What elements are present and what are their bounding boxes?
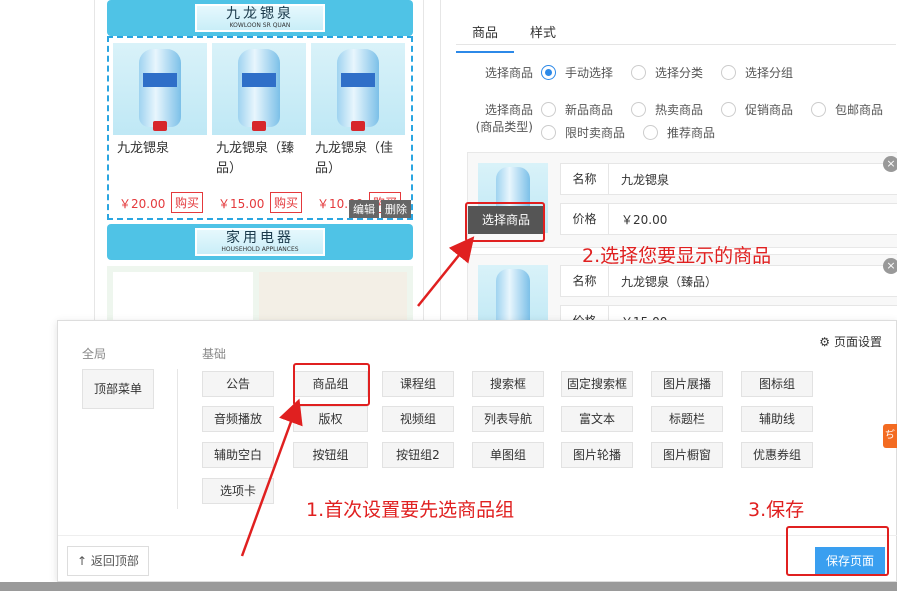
- side-float-icon[interactable]: ぢ: [883, 424, 897, 448]
- annotation-step3: 3.保存: [748, 499, 805, 521]
- bottom-scrollbar[interactable]: [0, 582, 897, 591]
- annotation-step1: 1.首次设置要先选商品组: [306, 499, 515, 521]
- page-root: 九龙锶泉 KOWLOON SR QUAN 九龙锶泉 ￥20.00 购买 九龙锶泉…: [0, 0, 897, 591]
- annotation-step2: 2.选择您要显示的商品: [582, 245, 772, 267]
